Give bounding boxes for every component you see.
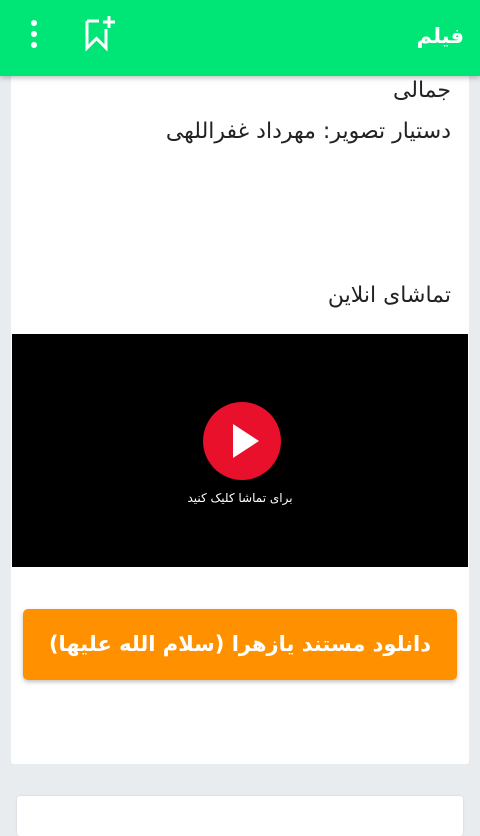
download-button[interactable]: دانلود مستند یازهرا (سلام الله علیها): [23, 609, 457, 680]
credit-text-name: جمالی: [392, 78, 451, 103]
video-player[interactable]: برای تماشا کلیک کنید: [12, 334, 468, 567]
bookmark-add-icon[interactable]: [83, 14, 119, 52]
content-card: جمالی دستیار تصویر: مهرداد غفراللهی تماش…: [11, 60, 469, 764]
app-bar: فیلم: [0, 0, 480, 76]
play-icon: [233, 424, 259, 458]
video-caption: برای تماشا کلیک کنید: [187, 491, 293, 505]
watch-online-heading: تماشای انلاین: [327, 283, 451, 308]
play-button[interactable]: [203, 402, 281, 480]
credit-text-camera-assistant: دستیار تصویر: مهرداد غفراللهی: [165, 119, 451, 144]
next-card: [17, 796, 463, 836]
page-title: فیلم: [416, 24, 464, 48]
more-vertical-icon[interactable]: [24, 18, 44, 50]
